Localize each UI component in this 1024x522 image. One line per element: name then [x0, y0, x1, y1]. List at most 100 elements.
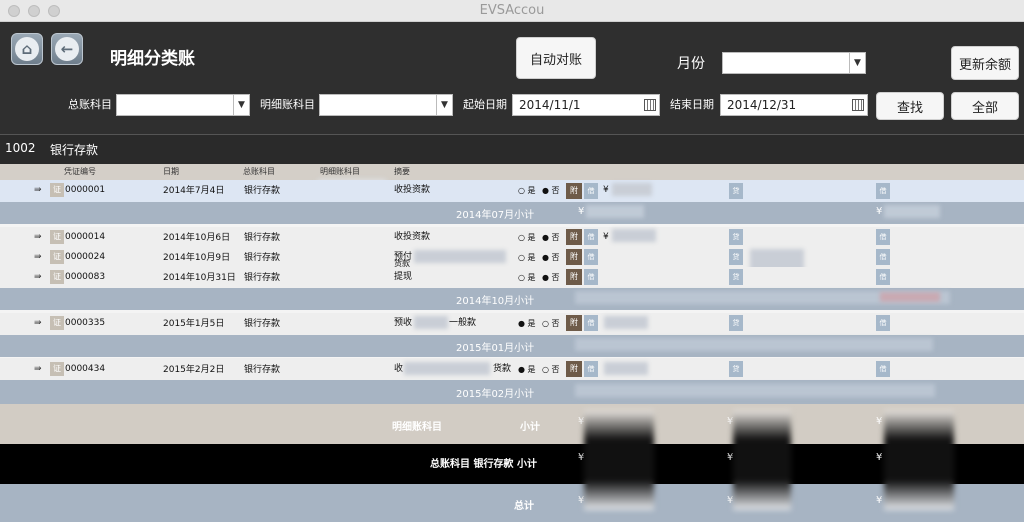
- debit-button[interactable]: 借: [876, 183, 890, 199]
- general-account-select[interactable]: ▼: [116, 94, 250, 116]
- chevron-down-icon: ▼: [436, 95, 452, 115]
- debit-button[interactable]: 借: [584, 249, 598, 265]
- voucher-doc-icon[interactable]: 证: [50, 230, 64, 244]
- update-balance-button[interactable]: 更新余额: [951, 46, 1019, 80]
- voucher-number: 0000001: [65, 185, 106, 195]
- credit-button[interactable]: 贷: [729, 229, 743, 245]
- table-row[interactable]: [0, 358, 1024, 380]
- open-entry-icon[interactable]: ⇛: [34, 364, 42, 374]
- debit-button[interactable]: 借: [876, 249, 890, 265]
- credit-button[interactable]: 贷: [729, 183, 743, 199]
- radio-yes[interactable]: ○ 是: [518, 185, 536, 196]
- debit-button[interactable]: 借: [876, 361, 890, 377]
- search-button[interactable]: 查找: [876, 92, 944, 120]
- yen-sign: ¥: [876, 495, 883, 506]
- voucher-number: 0000024: [65, 252, 106, 262]
- calendar-icon[interactable]: [644, 99, 656, 111]
- open-entry-icon[interactable]: ⇛: [34, 252, 42, 262]
- attach-button[interactable]: 附: [566, 249, 582, 265]
- voucher-doc-icon[interactable]: 证: [50, 183, 64, 197]
- open-entry-icon[interactable]: ⇛: [34, 318, 42, 328]
- attach-button[interactable]: 附: [566, 183, 582, 199]
- end-date-field[interactable]: 2014/12/31: [720, 94, 868, 116]
- entry-date: 2014年7月4日: [163, 186, 225, 196]
- voucher-doc-icon[interactable]: 证: [50, 362, 64, 376]
- radio-yes[interactable]: ○ 是: [518, 232, 536, 243]
- debit-button[interactable]: 借: [584, 229, 598, 245]
- radio-no-label: 否: [551, 186, 560, 195]
- open-entry-icon[interactable]: ⇛: [34, 185, 42, 195]
- radio-no[interactable]: ○ 否: [542, 318, 560, 329]
- redacted-amount: [575, 384, 935, 397]
- home-button[interactable]: ⌂: [11, 33, 43, 65]
- redacted-amount: [884, 205, 940, 218]
- voucher-doc-icon[interactable]: 证: [50, 270, 64, 284]
- table-row[interactable]: [0, 227, 1024, 249]
- open-entry-icon[interactable]: ⇛: [34, 232, 42, 242]
- credit-button[interactable]: 贷: [729, 361, 743, 377]
- toolbar-header: [0, 22, 1024, 134]
- table-row[interactable]: [0, 180, 1024, 202]
- entry-summary: 预收: [394, 318, 413, 328]
- end-date-value: 2014/12/31: [727, 98, 797, 112]
- voucher-number: 0000014: [65, 232, 106, 242]
- redacted-summary: [404, 362, 490, 375]
- open-entry-icon[interactable]: ⇛: [34, 272, 42, 282]
- attach-button[interactable]: 附: [566, 269, 582, 285]
- debit-button[interactable]: 借: [876, 315, 890, 331]
- entry-general-account: 银行存款: [244, 186, 281, 196]
- show-all-button[interactable]: 全部: [951, 92, 1019, 120]
- grand-total-label: 总计: [514, 501, 534, 512]
- chevron-down-icon: ▼: [233, 95, 249, 115]
- credit-button[interactable]: 贷: [729, 269, 743, 285]
- debit-button[interactable]: 借: [584, 269, 598, 285]
- radio-yes[interactable]: ● 是: [518, 364, 536, 375]
- entry-summary-suffix: 一般款: [449, 318, 477, 328]
- debit-button[interactable]: 借: [584, 183, 598, 199]
- column-header-summary: 摘要: [394, 167, 410, 176]
- subtotal-label: 2015年02月小计: [456, 389, 535, 400]
- radio-yes[interactable]: ○ 是: [518, 272, 536, 283]
- debit-button[interactable]: 借: [876, 269, 890, 285]
- column-header-date: 日期: [163, 167, 179, 176]
- entry-general-account: 银行存款: [244, 319, 281, 329]
- voucher-doc-icon[interactable]: 证: [50, 316, 64, 330]
- attach-button[interactable]: 附: [566, 229, 582, 245]
- home-icon: ⌂: [15, 37, 39, 61]
- redacted-amount: [612, 183, 652, 196]
- credit-button[interactable]: 贷: [729, 249, 743, 265]
- radio-yes[interactable]: ● 是: [518, 318, 536, 329]
- radio-yes-label: 是: [527, 186, 536, 195]
- redacted-amount: [604, 362, 648, 375]
- radio-no[interactable]: ● 否: [542, 272, 560, 283]
- debit-button[interactable]: 借: [876, 229, 890, 245]
- radio-no[interactable]: ● 否: [542, 252, 560, 263]
- redacted-summary: [414, 316, 448, 329]
- credit-button[interactable]: 贷: [729, 315, 743, 331]
- detail-account-select[interactable]: ▼: [319, 94, 453, 116]
- debit-button[interactable]: 借: [584, 361, 598, 377]
- radio-no[interactable]: ○ 否: [542, 364, 560, 375]
- radio-no[interactable]: ● 否: [542, 185, 560, 196]
- attach-button[interactable]: 附: [566, 361, 582, 377]
- back-button[interactable]: ←: [51, 33, 83, 65]
- table-row[interactable]: [0, 247, 1024, 269]
- radio-no[interactable]: ● 否: [542, 232, 560, 243]
- radio-yes[interactable]: ○ 是: [518, 252, 536, 263]
- table-row[interactable]: [0, 267, 1024, 289]
- general-account-label: 总账科目: [68, 98, 112, 111]
- calendar-icon[interactable]: [852, 99, 864, 111]
- debit-button[interactable]: 借: [584, 315, 598, 331]
- table-row[interactable]: [0, 313, 1024, 335]
- detail-subtotal-suffix: 小计: [520, 422, 540, 433]
- redacted-summary: [414, 250, 506, 263]
- voucher-doc-icon[interactable]: 证: [50, 250, 64, 264]
- entry-summary: 提现: [394, 272, 413, 282]
- start-date-field[interactable]: 2014/11/1: [512, 94, 660, 116]
- month-select[interactable]: ▼: [722, 52, 866, 74]
- page-title: 明细分类账: [110, 49, 195, 69]
- attach-button[interactable]: 附: [566, 315, 582, 331]
- redacted-amount: [612, 229, 656, 242]
- radio-yes-label: 是: [527, 319, 536, 328]
- auto-reconcile-button[interactable]: 自动对账: [516, 37, 596, 79]
